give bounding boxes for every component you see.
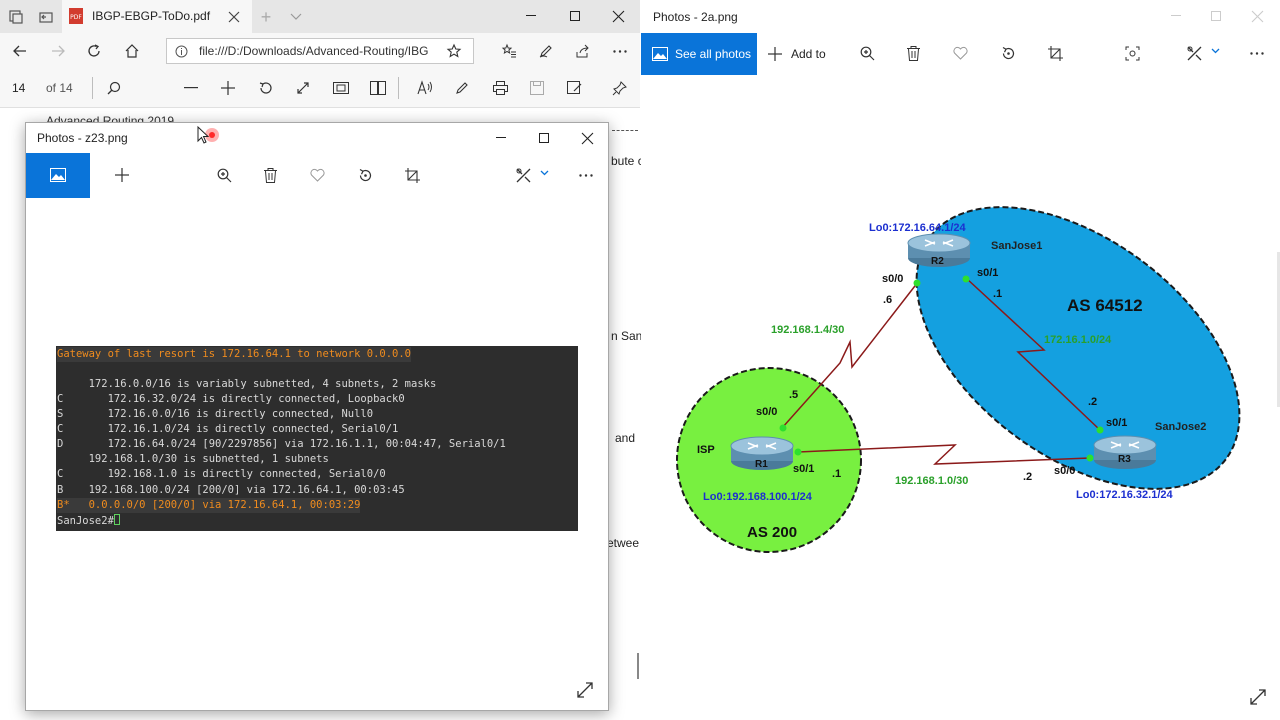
r1-s01-host: .1 bbox=[832, 468, 842, 480]
r3-s01-host: .2 bbox=[1088, 396, 1098, 408]
r1-s00-label: s0/0 bbox=[756, 406, 778, 418]
as-200-label: AS 200 bbox=[747, 524, 798, 541]
network-diagram bbox=[676, 206, 1241, 553]
r1-label: R1 bbox=[755, 459, 768, 470]
r3-s01-label: s0/1 bbox=[1106, 417, 1128, 429]
interface-dot bbox=[779, 424, 787, 432]
interface-dot bbox=[913, 279, 921, 287]
net-r2-r3-label: 172.16.1.0/24 bbox=[1044, 334, 1112, 346]
as-64512-label: AS 64512 bbox=[1067, 296, 1143, 315]
sanjose2-label: SanJose2 bbox=[1155, 421, 1207, 433]
r3-label: R3 bbox=[1118, 454, 1131, 465]
isp-label: ISP bbox=[697, 444, 715, 456]
r3-s00-host: .2 bbox=[1023, 471, 1033, 483]
r1-s01-label: s0/1 bbox=[793, 463, 815, 475]
r2-loopback-label: Lo0:172.16.64.1/24 bbox=[869, 222, 966, 234]
r1-loopback-label: Lo0:192.168.100.1/24 bbox=[703, 491, 812, 503]
r2-label: R2 bbox=[931, 256, 944, 267]
interface-dot bbox=[1096, 426, 1104, 434]
r3-s00-label: s0/0 bbox=[1054, 465, 1076, 477]
r2-s01-host: .1 bbox=[993, 288, 1003, 300]
r2-s00-host: .6 bbox=[883, 294, 893, 306]
r1-s00-host: .5 bbox=[789, 389, 799, 401]
r2-s00-label: s0/0 bbox=[882, 273, 904, 285]
link-r1-r2 bbox=[781, 281, 919, 429]
net-r1-r3-label: 192.168.1.0/30 bbox=[895, 475, 969, 487]
sanjose1-label: SanJose1 bbox=[991, 240, 1043, 252]
interface-dot bbox=[794, 448, 802, 456]
net-r1-r2-label: 192.168.1.4/30 bbox=[771, 324, 845, 336]
r2-s01-label: s0/1 bbox=[977, 267, 999, 279]
interface-dot bbox=[1086, 454, 1094, 462]
r3-loopback-label: Lo0:172.16.32.1/24 bbox=[1076, 489, 1173, 501]
interface-dot bbox=[962, 275, 970, 283]
